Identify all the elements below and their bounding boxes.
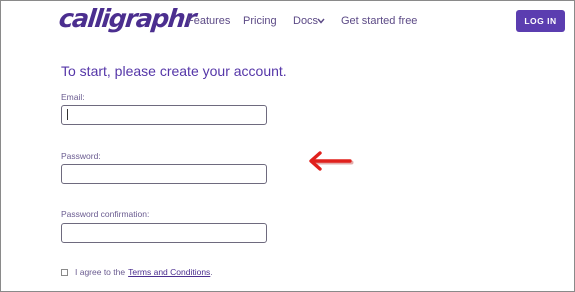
page-frame: [0, 0, 575, 292]
password-label: Password:: [61, 151, 101, 161]
password-field[interactable]: [61, 164, 267, 184]
email-label: Email:: [61, 92, 85, 102]
terms-checkbox[interactable]: [61, 268, 68, 276]
email-field[interactable]: [61, 105, 267, 125]
agree-suffix: .: [210, 267, 213, 277]
password-confirmation-field[interactable]: [61, 223, 267, 243]
nav-pricing[interactable]: Pricing: [243, 15, 277, 27]
terms-link[interactable]: Terms and Conditions: [128, 267, 210, 277]
nav-features[interactable]: Features: [187, 15, 230, 27]
page-title: To start, please create your account.: [61, 63, 287, 79]
nav-get-started[interactable]: Get started free: [341, 15, 417, 27]
login-button[interactable]: LOG IN: [516, 10, 565, 32]
left-arrow-icon: [309, 151, 354, 171]
terms-agreement-row: I agree to the Terms and Conditions .: [61, 267, 213, 277]
calligraphr-logo[interactable]: calligraphr: [57, 4, 196, 33]
agree-text: I agree to the: [75, 267, 126, 277]
chevron-down-icon[interactable]: [316, 16, 326, 26]
nav-docs[interactable]: Docs: [293, 15, 318, 27]
password-confirmation-label: Password confirmation:: [61, 209, 150, 219]
text-cursor: [67, 109, 68, 120]
